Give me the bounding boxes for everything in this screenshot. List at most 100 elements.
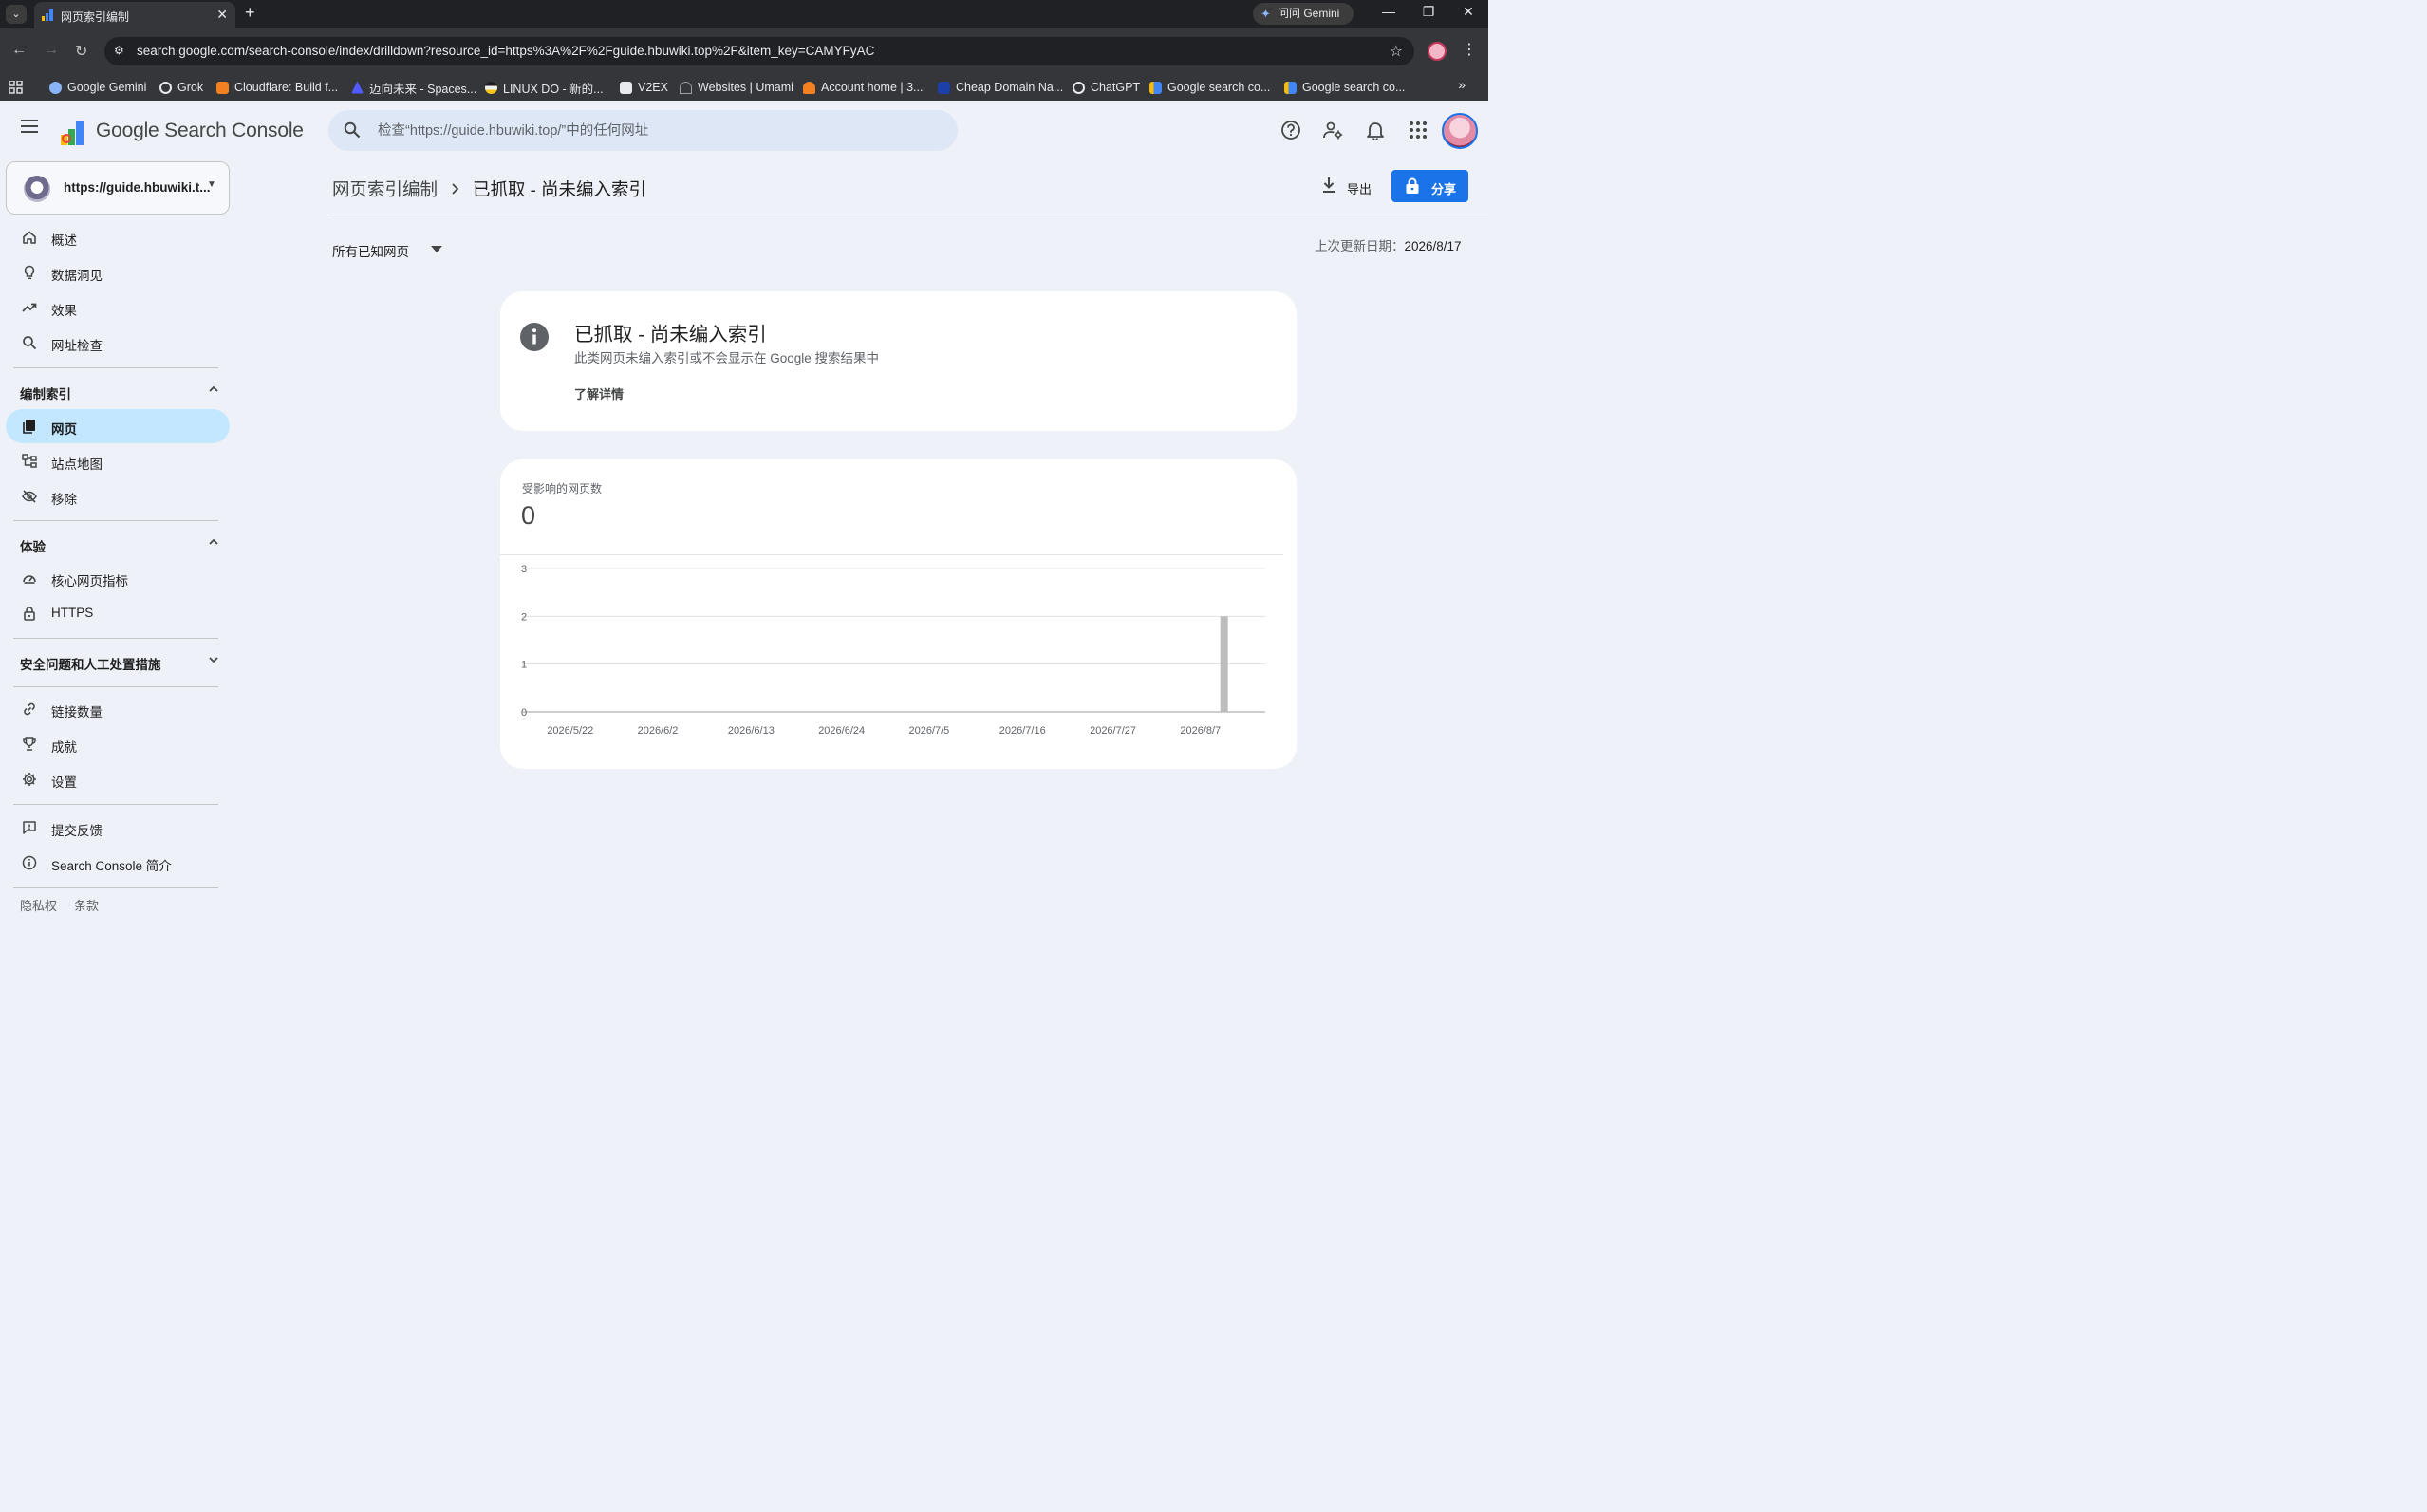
browser-menu-icon[interactable]: ⋮ [1462,40,1477,59]
main-menu-icon[interactable] [21,120,38,133]
site-settings-icon[interactable]: ⚙ [114,44,124,57]
kpi-value: 0 [521,501,536,530]
x-tick-label: 2026/7/16 [999,725,1046,737]
close-tab-icon[interactable]: ✕ [216,7,228,23]
bookmark-item[interactable]: Cheap Domain Na... [938,78,1063,97]
browser-profile-avatar[interactable] [1428,42,1447,61]
sidebar-item-pages[interactable]: 网页 [6,409,230,443]
property-avatar [24,176,50,202]
tab-search-button[interactable]: ⌄ [6,5,27,24]
x-tick-label: 2026/6/2 [638,725,679,737]
address-bar[interactable]: ⚙ search.google.com/search-console/index… [104,37,1414,65]
apps-grid-icon[interactable] [9,81,23,94]
bookmark-item[interactable]: Google Gemini [49,78,146,97]
close-window-icon[interactable]: ✕ [1459,4,1478,20]
share-button[interactable]: 分享 [1391,170,1468,202]
more-bookmarks-chevron-icon[interactable]: » [1458,77,1466,92]
y-tick-label: 1 [521,660,527,671]
sidebar-item-achievements[interactable]: 成就 [6,727,230,761]
info-icon [520,323,549,351]
search-icon [344,121,361,139]
sidebar-item-insights[interactable]: 数据洞见 [6,255,230,289]
browser-tab[interactable]: 网页索引编制 ✕ [34,2,235,28]
google-apps-icon[interactable] [1408,120,1428,140]
bookmark-item[interactable]: Websites | Umami [680,78,793,97]
sidebar-item-label: 成就 [51,740,77,755]
bookmark-item[interactable]: Google search co... [1149,78,1270,97]
bookmark-item[interactable]: 迈向未来 - Spaces... [351,78,476,97]
sidebar-item-overview[interactable]: 概述 [6,220,230,254]
sidebar-item-links[interactable]: 链接数量 [6,692,230,726]
sidebar-item-https[interactable]: HTTPS [6,596,230,630]
section-label: 安全问题和人工处置措施 [20,658,161,672]
kpi-divider [500,554,1283,555]
bookmark-item[interactable]: Cloudflare: Build f... [216,78,338,97]
x-tick-label: 2026/5/22 [547,725,593,737]
notifications-bell-icon[interactable] [1365,120,1386,140]
section-label: 体验 [20,540,46,554]
sidebar-item-core-web-vitals[interactable]: 核心网页指标 [6,561,230,595]
sidebar-item-label: 网址检查 [51,339,103,353]
address-url[interactable]: search.google.com/search-console/index/d… [137,44,874,58]
privacy-link[interactable]: 隐私权 [20,896,57,914]
page-filter-dropdown[interactable]: 所有已知网页 [332,235,448,262]
bookmark-item[interactable]: Google search co... [1284,78,1405,97]
breadcrumb: 网页索引编制 已抓取 - 尚未编入索引 [332,177,646,201]
restore-window-icon[interactable]: ❐ [1419,4,1438,20]
sidebar-divider [13,887,218,888]
lock-icon [1406,177,1419,194]
sidebar-item-sitemaps[interactable]: 站点地图 [6,444,230,478]
reload-icon[interactable]: ↻ [75,42,87,61]
y-tick-label: 3 [521,564,527,575]
issue-description: 此类网页未编入索引或不会显示在 Google 搜索结果中 [574,351,880,365]
account-avatar[interactable] [1442,113,1478,149]
bookmark-item[interactable]: Grok [159,78,203,97]
section-header-security[interactable]: 安全问题和人工处置措施 [6,646,230,677]
sidebar-item-about[interactable]: Search Console 简介 [6,846,230,880]
domain-icon [938,81,950,94]
forward-arrow-icon[interactable]: → [44,42,59,59]
sidebar-item-label: HTTPS [51,606,94,620]
minimize-window-icon[interactable]: — [1379,4,1398,19]
bookmarks-bar: Google Gemini Grok Cloudflare: Build f..… [0,74,1488,101]
help-icon[interactable] [1280,120,1301,140]
search-console-favicon [42,9,53,21]
chatgpt-icon [1073,81,1085,94]
gemini-spark-icon: ✦ [1260,7,1271,21]
share-label: 分享 [1431,182,1457,196]
sidebar-item-label: 链接数量 [51,705,103,719]
url-inspection-search[interactable] [328,110,958,151]
bookmark-item[interactable]: Account home | 3... [803,78,923,97]
sidebar-item-feedback[interactable]: 提交反馈 [6,811,230,845]
search-console-icon [1284,81,1297,94]
section-header-indexing[interactable]: 编制索引 [6,376,230,406]
bookmark-item[interactable]: V2EX [620,78,668,97]
sidebar-item-performance[interactable]: 效果 [6,290,230,325]
bookmark-item[interactable]: ChatGPT [1073,78,1140,97]
section-label: 编制索引 [20,387,71,401]
breadcrumb-parent-link[interactable]: 网页索引编制 [332,177,438,201]
ask-gemini-label: 问问 Gemini [1278,7,1340,20]
manage-users-icon[interactable] [1322,120,1343,140]
x-tick-label: 2026/6/13 [728,725,775,737]
kpi-label: 受影响的网页数 [522,482,603,495]
bookmark-item[interactable]: LINUX DO - 新的... [485,78,604,97]
learn-more-link[interactable]: 了解详情 [574,384,624,402]
sidebar-item-label: 核心网页指标 [51,574,128,588]
ask-gemini-button[interactable]: ✦ 问问 Gemini [1253,3,1354,25]
search-input[interactable] [378,110,938,151]
sidebar-item-label: 数据洞见 [51,269,103,283]
section-header-experience[interactable]: 体验 [6,529,230,559]
sidebar-item-label: 效果 [51,304,77,318]
chevron-right-icon [452,183,459,195]
new-tab-button[interactable]: + [245,3,255,23]
property-selector[interactable]: https://guide.hbuwiki.t... ▼ [6,161,230,215]
sidebar-item-settings[interactable]: 设置 [6,762,230,796]
bookmark-star-icon[interactable]: ☆ [1390,42,1403,61]
grok-icon [159,81,172,94]
terms-link[interactable]: 条款 [74,896,99,914]
sidebar-item-removals[interactable]: 移除 [6,479,230,513]
back-arrow-icon[interactable]: ← [11,42,27,59]
export-button[interactable]: 导出 [1317,169,1376,203]
sidebar-item-url-inspection[interactable]: 网址检查 [6,326,230,360]
